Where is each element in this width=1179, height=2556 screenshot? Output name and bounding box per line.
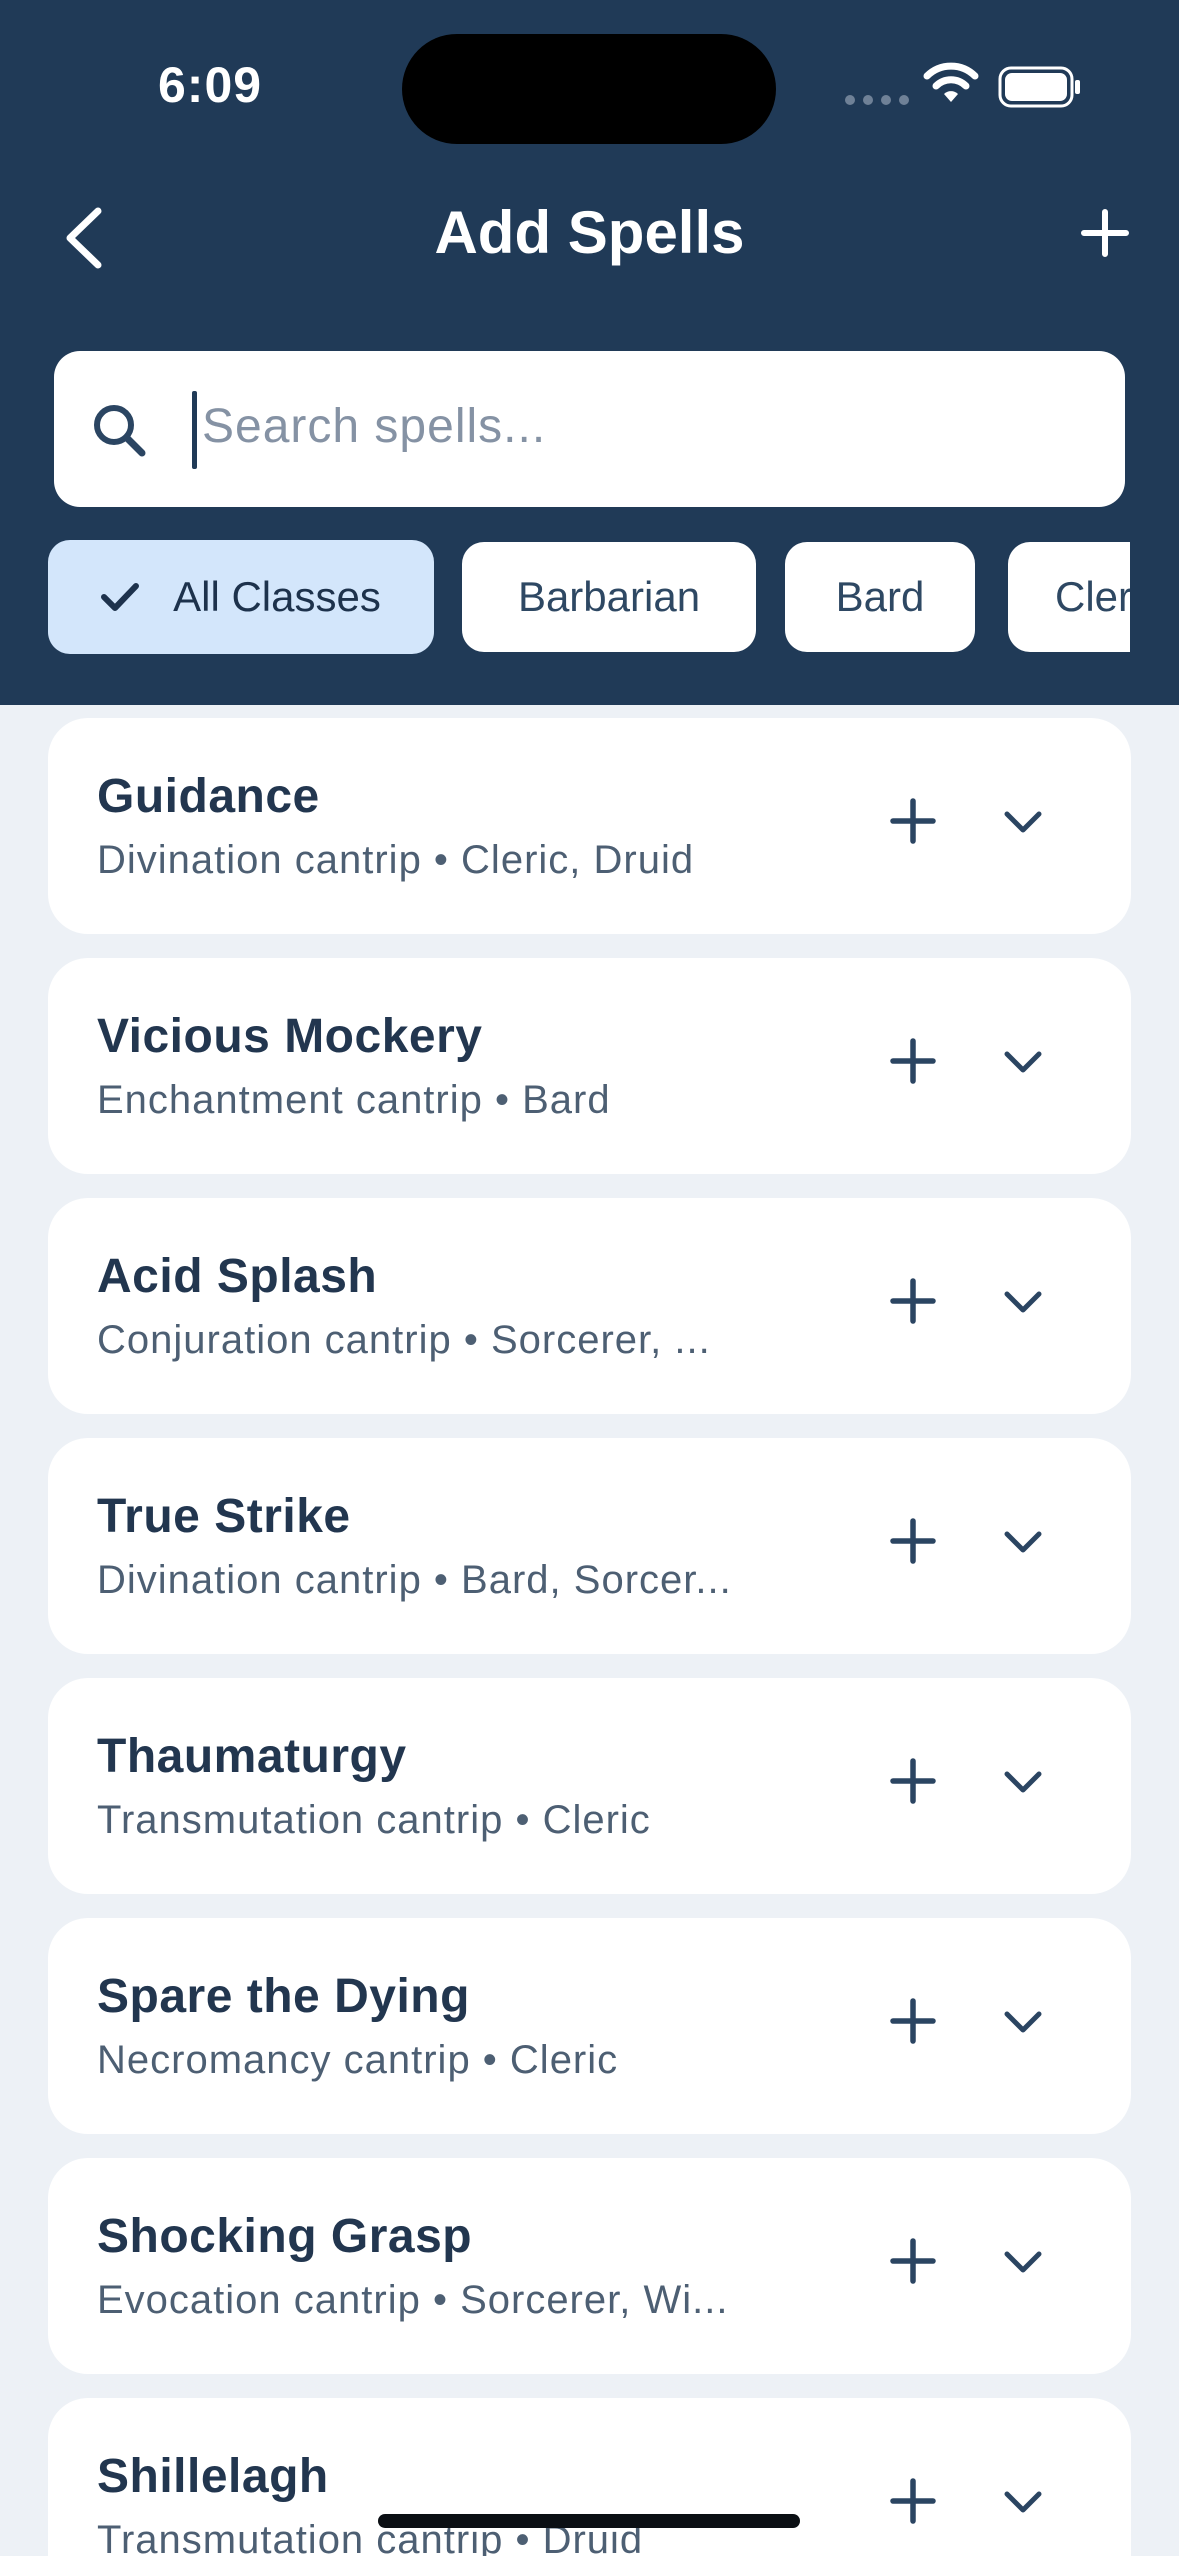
spell-list: Guidance Divination cantrip • Cleric, Dr… — [0, 705, 1179, 2556]
page-title: Add Spells — [434, 199, 745, 266]
spell-card[interactable]: True Strike Divination cantrip • Bard, S… — [48, 1438, 1131, 1654]
spell-card[interactable]: Vicious Mockery Enchantment cantrip • Ba… — [48, 958, 1131, 1174]
dynamic-island — [402, 34, 776, 144]
plus-icon[interactable] — [890, 2238, 936, 2284]
spell-name: True Strike — [97, 1490, 351, 1543]
spell-meta: Evocation cantrip • Sorcerer, Wi... — [97, 2278, 729, 2322]
header: 6:09 Add Spells Search spells... All Cla… — [0, 0, 1179, 705]
chevron-down-icon[interactable] — [1003, 809, 1043, 835]
spell-name: Acid Splash — [97, 1250, 378, 1303]
spell-meta: Transmutation cantrip • Cleric — [97, 1798, 651, 1842]
spell-meta: Necromancy cantrip • Cleric — [97, 2038, 619, 2082]
plus-icon[interactable] — [890, 1758, 936, 1804]
chip-barbarian[interactable]: Barbarian — [462, 542, 756, 652]
spell-card[interactable]: Shillelagh Transmutation cantrip • Druid — [48, 2398, 1131, 2556]
spell-name: Shillelagh — [97, 2450, 329, 2503]
plus-icon[interactable] — [890, 2478, 936, 2524]
wifi-icon — [923, 62, 979, 102]
spell-meta: Divination cantrip • Cleric, Druid — [97, 838, 695, 882]
chevron-down-icon[interactable] — [1003, 1529, 1043, 1555]
chip-bard[interactable]: Bard — [785, 542, 975, 652]
spell-card[interactable]: Spare the Dying Necromancy cantrip • Cle… — [48, 1918, 1131, 2134]
plus-icon[interactable] — [890, 1278, 936, 1324]
spell-name: Thaumaturgy — [97, 1730, 407, 1783]
spell-card[interactable]: Thaumaturgy Transmutation cantrip • Cler… — [48, 1678, 1131, 1894]
spell-meta: Divination cantrip • Bard, Sorcer... — [97, 1558, 732, 1602]
chip-label: Cleric — [1055, 573, 1130, 620]
battery-icon — [998, 66, 1080, 108]
spell-name: Shocking Grasp — [97, 2210, 473, 2263]
spell-card[interactable]: Shocking Grasp Evocation cantrip • Sorce… — [48, 2158, 1131, 2374]
class-filter-chips: All Classes Barbarian Bard Cleric — [48, 540, 1130, 656]
chip-label: All Classes — [173, 573, 381, 620]
plus-icon[interactable] — [890, 798, 936, 844]
chevron-down-icon[interactable] — [1003, 1769, 1043, 1795]
spell-card[interactable]: Acid Splash Conjuration cantrip • Sorcer… — [48, 1198, 1131, 1414]
status-time: 6:09 — [158, 57, 263, 113]
plus-icon[interactable] — [890, 1518, 936, 1564]
check-icon — [101, 583, 140, 611]
spell-name: Vicious Mockery — [97, 1010, 483, 1063]
search-placeholder: Search spells... — [202, 400, 547, 453]
spell-meta: Conjuration cantrip • Sorcerer, ... — [97, 1318, 711, 1362]
chevron-down-icon[interactable] — [1003, 2249, 1043, 2275]
spell-meta: Enchantment cantrip • Bard — [97, 1078, 611, 1122]
home-indicator[interactable] — [378, 2514, 800, 2528]
add-spell-icon[interactable] — [1080, 208, 1130, 258]
chip-label: Barbarian — [517, 573, 701, 620]
chevron-down-icon[interactable] — [1003, 2009, 1043, 2035]
spell-name: Spare the Dying — [97, 1970, 470, 2023]
search-input[interactable]: Search spells... — [54, 351, 1125, 507]
plus-icon[interactable] — [890, 1038, 936, 1084]
chevron-down-icon[interactable] — [1003, 1289, 1043, 1315]
search-icon — [94, 405, 146, 457]
chip-cleric[interactable]: Cleric — [1008, 542, 1130, 652]
spell-card[interactable]: Guidance Divination cantrip • Cleric, Dr… — [48, 718, 1131, 934]
chevron-down-icon[interactable] — [1003, 1049, 1043, 1075]
text-cursor — [192, 391, 197, 469]
chip-all-classes[interactable]: All Classes — [48, 540, 434, 654]
plus-icon[interactable] — [890, 1998, 936, 2044]
chip-label: Bard — [835, 573, 925, 620]
signal-icon — [845, 95, 909, 105]
chevron-down-icon[interactable] — [1003, 2489, 1043, 2515]
spell-name: Guidance — [97, 770, 320, 823]
